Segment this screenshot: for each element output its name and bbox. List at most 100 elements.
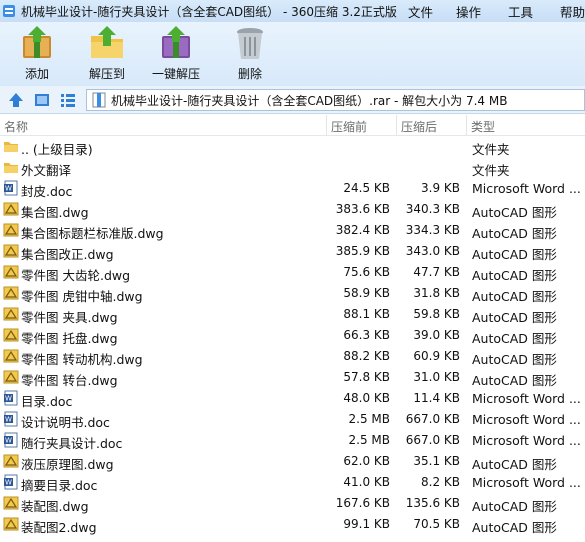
- file-name: 随行夹具设计.doc: [21, 436, 123, 451]
- file-row[interactable]: 零件图 转台.dwg 57.8 KB 31.0 KB AutoCAD 图形: [0, 367, 585, 388]
- list-view-icon[interactable]: [59, 91, 77, 109]
- autocad-dwg-icon: [3, 454, 19, 468]
- file-type: AutoCAD 图形: [472, 310, 557, 325]
- up-arrow-icon[interactable]: [7, 91, 25, 109]
- svg-text:W: W: [5, 416, 12, 424]
- autocad-dwg-icon: [3, 349, 19, 363]
- file-name: 零件图 夹具.dwg: [21, 310, 118, 325]
- menu-tools[interactable]: 工具: [508, 2, 533, 21]
- file-row[interactable]: 零件图 转动机构.dwg 88.2 KB 60.9 KB AutoCAD 图形: [0, 346, 585, 367]
- one-click-extract-button[interactable]: 一键解压: [152, 24, 200, 82]
- file-row[interactable]: 液压原理图.dwg 62.0 KB 35.1 KB AutoCAD 图形: [0, 451, 585, 472]
- file-type: AutoCAD 图形: [472, 457, 557, 472]
- file-name: 集合图标题栏标准版.dwg: [21, 226, 164, 241]
- file-row[interactable]: W 设计说明书.doc 2.5 MB 667.0 KB Microsoft Word .…: [0, 409, 585, 430]
- menu-file[interactable]: 文件: [408, 2, 433, 21]
- title-bar: 机械毕业设计-随行夹具设计（含全套CAD图纸） - 360压缩 3.2正式版 文…: [0, 0, 585, 22]
- autocad-dwg-icon: [3, 202, 19, 216]
- add-button[interactable]: 添加: [17, 24, 57, 82]
- file-compressed-size: 59.8 KB: [413, 307, 460, 321]
- svg-text:W: W: [5, 479, 12, 487]
- extract-to-label: 解压到: [88, 67, 125, 81]
- file-type: AutoCAD 图形: [472, 205, 557, 220]
- file-type: AutoCAD 图形: [472, 247, 557, 262]
- file-row[interactable]: 装配图2.dwg 99.1 KB 70.5 KB AutoCAD 图形: [0, 514, 585, 535]
- file-type: AutoCAD 图形: [472, 520, 557, 535]
- file-row[interactable]: 零件图 大齿轮.dwg 75.6 KB 47.7 KB AutoCAD 图形: [0, 262, 585, 283]
- file-row[interactable]: 装配图.dwg 167.6 KB 135.6 KB AutoCAD 图形: [0, 493, 585, 514]
- file-type: AutoCAD 图形: [472, 226, 557, 241]
- file-name: 目录.doc: [21, 394, 73, 409]
- column-divider[interactable]: [396, 115, 397, 135]
- file-type: 文件夹: [472, 163, 510, 178]
- file-row[interactable]: 外文翻译 文件夹: [0, 157, 585, 178]
- app-360zip-icon: [3, 5, 15, 17]
- file-compressed-size: 39.0 KB: [413, 328, 460, 342]
- file-original-size: 2.5 MB: [348, 433, 390, 447]
- menu-help[interactable]: 帮助: [560, 2, 585, 21]
- file-row[interactable]: 零件图 虎钳中轴.dwg 58.9 KB 31.8 KB AutoCAD 图形: [0, 283, 585, 304]
- file-compressed-size: 334.3 KB: [405, 223, 460, 237]
- window-title: 机械毕业设计-随行夹具设计（含全套CAD图纸） - 360压缩 3.2正式版: [21, 4, 397, 19]
- file-compressed-size: 47.7 KB: [413, 265, 460, 279]
- file-row[interactable]: 零件图 托盘.dwg 66.3 KB 39.0 KB AutoCAD 图形: [0, 325, 585, 346]
- add-archive-icon: [23, 26, 51, 58]
- file-name: 零件图 虎钳中轴.dwg: [21, 289, 143, 304]
- file-row[interactable]: 集合图改正.dwg 385.9 KB 343.0 KB AutoCAD 图形: [0, 241, 585, 262]
- file-original-size: 58.9 KB: [343, 286, 390, 300]
- file-type: Microsoft Word ...: [472, 391, 581, 406]
- file-compressed-size: 31.0 KB: [413, 370, 460, 384]
- column-divider[interactable]: [326, 115, 327, 135]
- file-name: 外文翻译: [21, 163, 72, 178]
- file-original-size: 48.0 KB: [343, 391, 390, 405]
- column-original-size[interactable]: 压缩前: [331, 118, 367, 135]
- file-row[interactable]: W 摘要目录.doc 41.0 KB 8.2 KB Microsoft Word ...: [0, 472, 585, 493]
- column-type[interactable]: 类型: [471, 118, 495, 135]
- file-compressed-size: 60.9 KB: [413, 349, 460, 363]
- column-divider[interactable]: [466, 115, 467, 135]
- menu-operation[interactable]: 操作: [456, 2, 481, 21]
- word-doc-icon: W: [4, 390, 18, 406]
- file-compressed-size: 667.0 KB: [405, 433, 460, 447]
- folder-icon: [4, 142, 18, 152]
- file-compressed-size: 35.1 KB: [413, 454, 460, 468]
- one-click-extract-icon: [162, 26, 190, 58]
- file-name: 设计说明书.doc: [21, 415, 110, 430]
- file-type: 文件夹: [472, 142, 510, 157]
- file-name: 装配图2.dwg: [21, 520, 97, 535]
- file-list: .. (上级目录) 文件夹 外文翻译 文件夹 W 封皮.doc 24.5 KB 3.9 KB M…: [0, 136, 585, 542]
- file-type: AutoCAD 图形: [472, 499, 557, 514]
- file-type: Microsoft Word ...: [472, 475, 581, 490]
- column-name[interactable]: 名称: [4, 118, 28, 135]
- svg-text:W: W: [5, 437, 12, 445]
- toolbar: 添加 解压到 一键解压 删除: [0, 22, 585, 86]
- svg-text:W: W: [5, 185, 12, 193]
- file-name: 零件图 大齿轮.dwg: [21, 268, 131, 283]
- file-compressed-size: 31.8 KB: [413, 286, 460, 300]
- address-field[interactable]: 机械毕业设计-随行夹具设计（含全套CAD图纸）.rar - 解包大小为 7.4 …: [86, 89, 585, 111]
- thumbnail-view-icon[interactable]: [33, 91, 51, 109]
- file-compressed-size: 3.9 KB: [421, 181, 460, 195]
- file-name: 集合图.dwg: [21, 205, 89, 220]
- file-original-size: 24.5 KB: [343, 181, 390, 195]
- file-name: 摘要目录.doc: [21, 478, 98, 493]
- file-original-size: 167.6 KB: [335, 496, 390, 510]
- file-row[interactable]: .. (上级目录) 文件夹: [0, 136, 585, 157]
- extract-to-button[interactable]: 解压到: [87, 24, 127, 82]
- file-name: 零件图 转动机构.dwg: [21, 352, 143, 367]
- autocad-dwg-icon: [3, 328, 19, 342]
- file-original-size: 88.1 KB: [343, 307, 390, 321]
- address-path: 机械毕业设计-随行夹具设计（含全套CAD图纸）.rar - 解包大小为 7.4 …: [111, 93, 508, 108]
- column-compressed-size[interactable]: 压缩后: [401, 118, 437, 135]
- file-row[interactable]: W 目录.doc 48.0 KB 11.4 KB Microsoft Word ...: [0, 388, 585, 409]
- svg-text:W: W: [5, 395, 12, 403]
- file-row[interactable]: 集合图.dwg 383.6 KB 340.3 KB AutoCAD 图形: [0, 199, 585, 220]
- file-row[interactable]: W 封皮.doc 24.5 KB 3.9 KB Microsoft Word ...: [0, 178, 585, 199]
- autocad-dwg-icon: [3, 265, 19, 279]
- delete-button[interactable]: 删除: [230, 24, 270, 82]
- trash-can-icon: [237, 28, 263, 59]
- file-type: Microsoft Word ...: [472, 433, 581, 448]
- file-row[interactable]: 零件图 夹具.dwg 88.1 KB 59.8 KB AutoCAD 图形: [0, 304, 585, 325]
- file-row[interactable]: W 随行夹具设计.doc 2.5 MB 667.0 KB Microsoft Word …: [0, 430, 585, 451]
- file-row[interactable]: 集合图标题栏标准版.dwg 382.4 KB 334.3 KB AutoCAD 图形: [0, 220, 585, 241]
